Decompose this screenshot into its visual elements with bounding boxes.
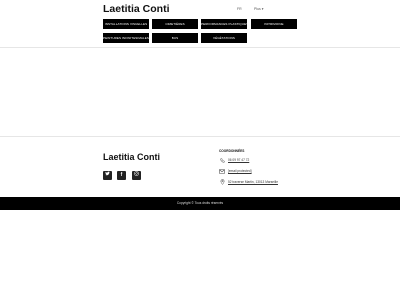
more-menu[interactable]: Plus ▾: [254, 7, 264, 11]
nav-item-cimetieres[interactable]: Cimetières: [152, 19, 198, 29]
language-selector[interactable]: FR: [237, 7, 242, 11]
site-header: Laetitia Conti FR Plus ▾ Installations v…: [0, 0, 400, 48]
coordinates-title: Coordonnées: [219, 149, 245, 153]
header-divider: [0, 47, 400, 48]
phone-row[interactable]: 06 09 97 47 72: [219, 157, 249, 163]
footer-site-name: Laetitia Conti: [103, 152, 161, 162]
site-title[interactable]: Laetitia Conti: [103, 3, 170, 15]
more-menu-label: Plus: [254, 7, 261, 11]
email-row[interactable]: [email protected]: [219, 168, 252, 174]
email-address: [email protected]: [228, 169, 252, 173]
nav-item-bus[interactable]: Bus: [152, 33, 198, 43]
nav-item-installations-visuelles[interactable]: Installations visuelles: [103, 19, 149, 29]
copyright-text: Copyright © Tous droits réservés: [176, 201, 224, 205]
twitter-button[interactable]: [103, 171, 112, 180]
nav-item-vegetations[interactable]: Végétations: [201, 33, 247, 43]
instagram-button[interactable]: [132, 171, 141, 180]
footer-divider: [0, 136, 400, 137]
address-row[interactable]: 52 traverse Martin, 13013 Marseille: [219, 179, 278, 185]
phone-number: 06 09 97 47 72: [228, 158, 250, 162]
envelope-icon: [219, 168, 225, 174]
nav-item-peintures-infinitesimales[interactable]: Peintures infinitesimales: [103, 33, 149, 43]
phone-icon: [219, 157, 225, 163]
facebook-icon: f: [120, 172, 123, 178]
map-pin-icon: [219, 179, 225, 185]
postal-address: 52 traverse Martin, 13013 Marseille: [228, 180, 278, 184]
chevron-down-icon: ▾: [261, 7, 264, 11]
instagram-icon: [134, 171, 139, 178]
nav-item-patrimoine[interactable]: Patrimoine: [251, 19, 297, 29]
copyright-bar: Copyright © Tous droits réservés: [0, 197, 400, 210]
twitter-icon: [105, 171, 110, 178]
nav-item-performances-plastiques[interactable]: Performances plastiques: [201, 19, 247, 29]
facebook-button[interactable]: f: [117, 171, 126, 180]
